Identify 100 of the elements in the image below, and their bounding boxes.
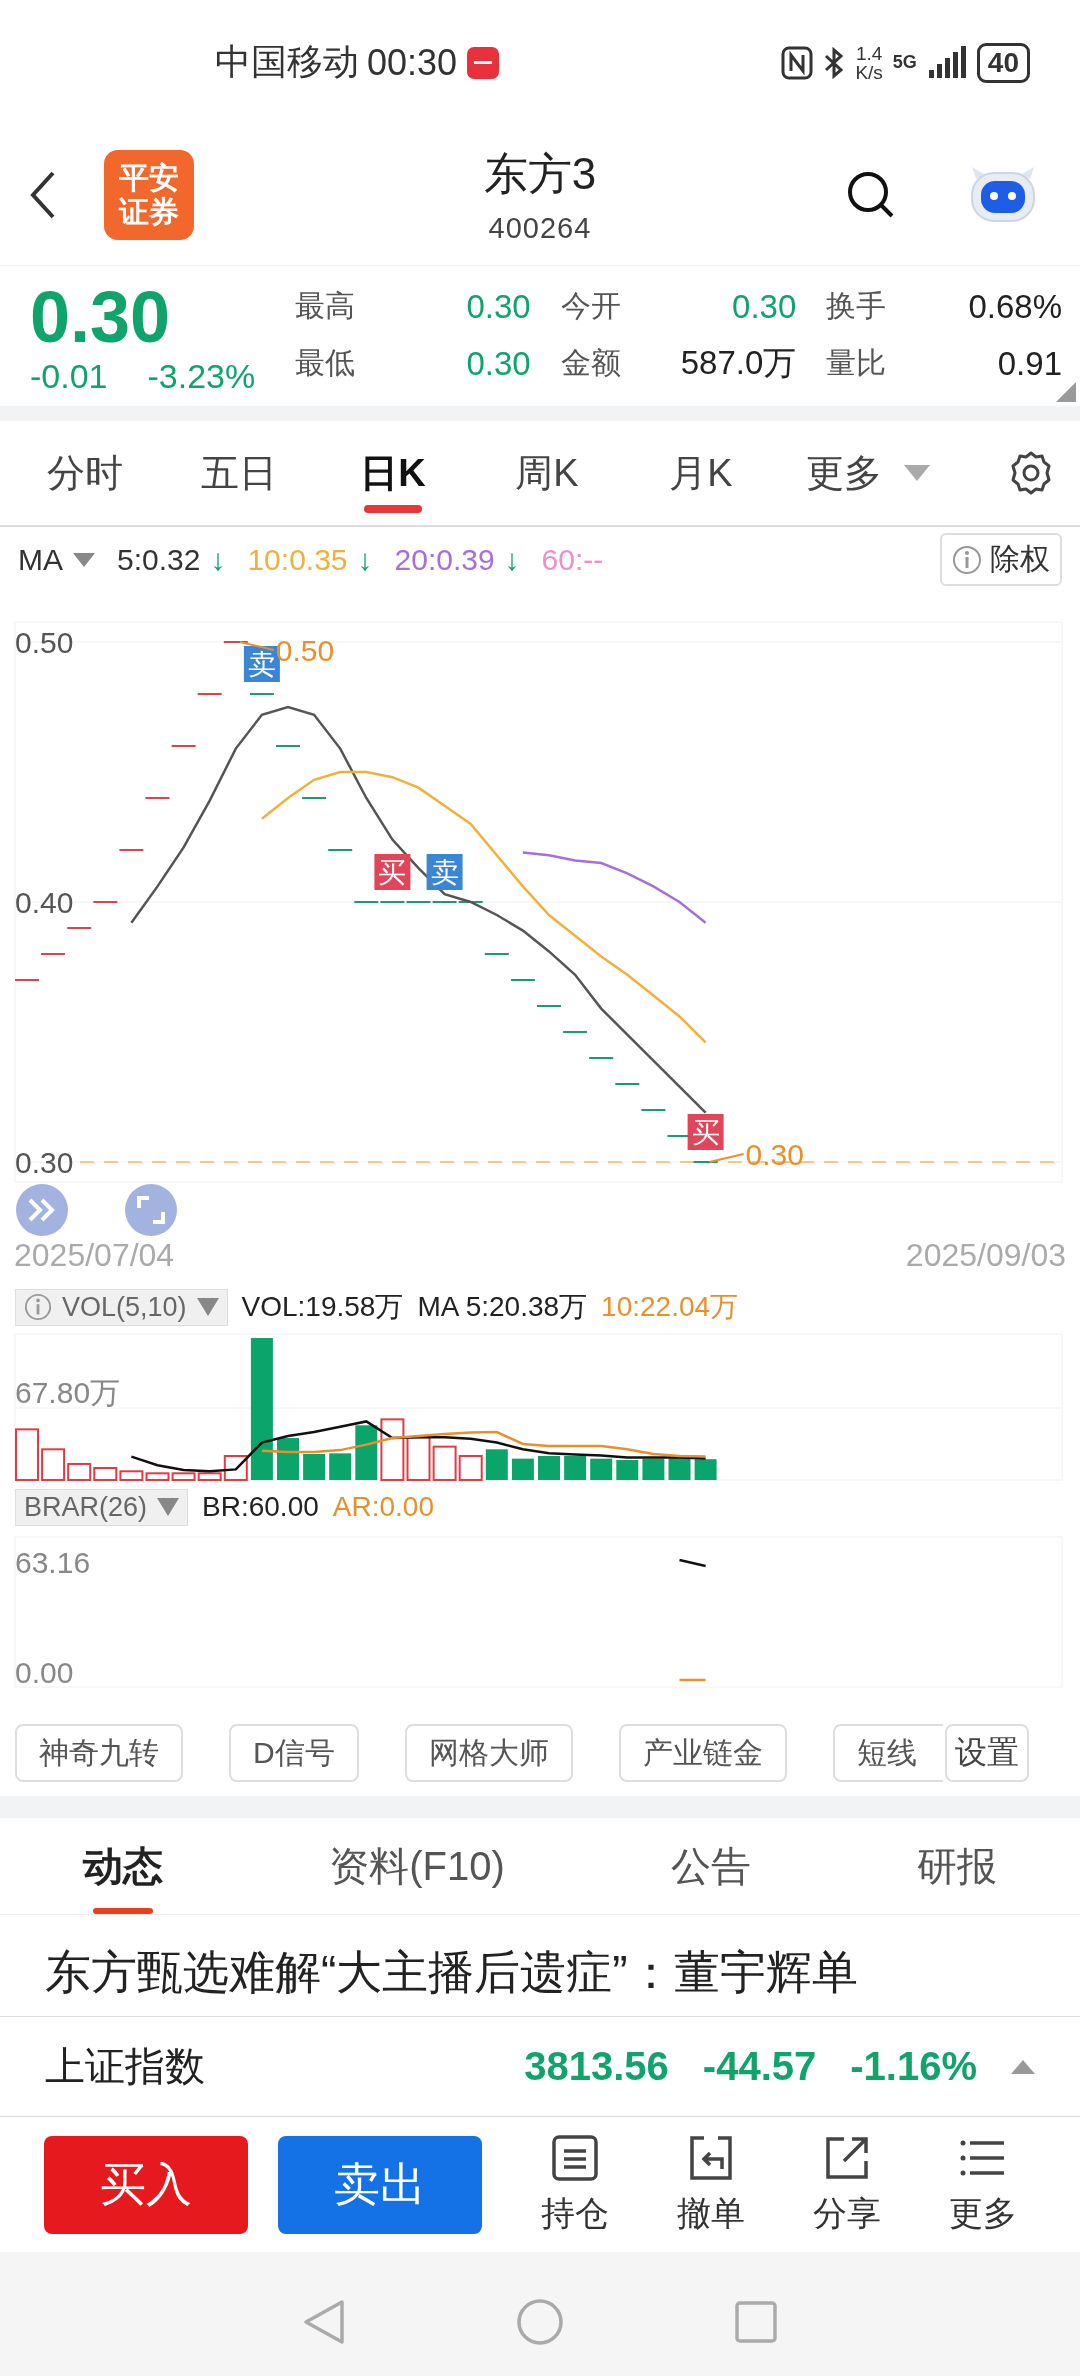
buy-marker: 买 xyxy=(374,854,411,890)
stat-value: 0.30 xyxy=(466,344,531,383)
network-speed: 1.4 xyxy=(855,43,883,63)
axis-label: 0.30 xyxy=(15,1145,74,1179)
last-price: 0.30 xyxy=(30,276,172,357)
nfc-icon xyxy=(781,45,814,80)
indicator-reading: AR:0.00 xyxy=(332,1491,434,1523)
volume-bar xyxy=(538,1456,560,1480)
sell-button[interactable]: 卖出 xyxy=(278,2135,482,2234)
volume-bar xyxy=(590,1458,613,1480)
indicator-line xyxy=(679,1558,706,1568)
stat-value: 0.91 xyxy=(997,344,1062,383)
carrier-name: 中国移动 xyxy=(215,40,359,84)
search-icon[interactable] xyxy=(846,170,896,220)
clock-time: 00:30 xyxy=(367,41,458,84)
toolbar-button[interactable]: 持仓 xyxy=(522,2131,628,2238)
stat-label: 换手 xyxy=(826,288,887,324)
end-date: 2025/09/03 xyxy=(905,1237,1066,1275)
axis-label: 0.00 xyxy=(15,1655,74,1689)
axis-label: 63.16 xyxy=(15,1545,91,1579)
period-tab[interactable]: 日K xyxy=(316,421,470,525)
volume-bar xyxy=(171,1472,196,1481)
feature-button[interactable]: D信号 xyxy=(229,1724,359,1782)
ma-value: 60:-- xyxy=(541,542,604,577)
news-tab[interactable]: 动态 xyxy=(71,1818,176,1914)
axis-label: 0.50 xyxy=(15,625,74,659)
volume-bar xyxy=(511,1458,534,1480)
volume-bar xyxy=(303,1454,326,1480)
volume-bar xyxy=(668,1457,691,1480)
indicator-line xyxy=(679,1678,706,1682)
volume-bar xyxy=(458,1455,483,1481)
indicator-reading: MA 5:20.38万 xyxy=(417,1290,588,1324)
stat-value: 0.30 xyxy=(732,287,797,326)
expand-corner-icon[interactable] xyxy=(1056,382,1076,402)
start-date: 2025/07/04 xyxy=(14,1237,175,1275)
indicator-selector[interactable]: BRAR(26) xyxy=(15,1488,189,1526)
feature-button[interactable]: 网格大师 xyxy=(404,1724,573,1782)
news-headline[interactable]: 东方甄选难解“大主播后遗症”：董宇辉单 xyxy=(45,1942,858,2004)
news-tab[interactable]: 公告 xyxy=(658,1818,763,1914)
double-chevron-icon[interactable] xyxy=(27,1197,57,1223)
stat-label: 最低 xyxy=(295,345,355,381)
ma-value: 5:0.32 xyxy=(117,542,201,577)
info-icon[interactable] xyxy=(952,544,982,575)
back-icon[interactable] xyxy=(30,170,56,220)
expand-icon[interactable] xyxy=(1011,2059,1035,2074)
news-tab[interactable]: 资料(F10) xyxy=(317,1818,517,1914)
volume-bar xyxy=(355,1425,378,1480)
ma-label: MA xyxy=(18,542,63,577)
volume-bar xyxy=(642,1458,665,1480)
home-icon[interactable] xyxy=(516,2298,564,2346)
stat-label: 金额 xyxy=(560,345,621,381)
volume-bar xyxy=(380,1418,405,1481)
ma-value: 20:0.39 xyxy=(394,542,495,577)
stat-value: 587.0万 xyxy=(680,343,797,383)
more-periods-tab[interactable]: 更多 xyxy=(806,421,930,525)
signal-icon xyxy=(926,45,967,80)
period-tab[interactable]: 周K xyxy=(470,421,624,525)
news-tab[interactable]: 研报 xyxy=(904,1818,1009,1914)
period-tab[interactable]: 分时 xyxy=(8,421,162,525)
buy-marker: 买 xyxy=(687,1114,724,1150)
toolbar-button[interactable]: 撤单 xyxy=(658,2131,764,2238)
volume-bar xyxy=(145,1472,170,1481)
ex-rights-button[interactable]: 除权 xyxy=(940,533,1062,586)
buy-button[interactable]: 买入 xyxy=(44,2135,248,2234)
volume-bar xyxy=(616,1460,639,1480)
volume-bar xyxy=(329,1453,352,1480)
recents-icon[interactable] xyxy=(734,2300,778,2344)
info-icon[interactable] xyxy=(24,1293,52,1321)
caret-icon[interactable] xyxy=(157,1498,180,1516)
index-value: 3813.56 xyxy=(524,2044,669,2089)
price-change: -0.01 xyxy=(30,356,108,396)
leader-line xyxy=(238,641,275,651)
index-change: -44.57 xyxy=(702,2044,817,2089)
volume-bar xyxy=(564,1456,587,1480)
feature-button[interactable]: 短线 xyxy=(832,1724,943,1782)
indicator-selector[interactable]: VOL(5,10) xyxy=(15,1288,228,1326)
feature-button[interactable]: 产业链金 xyxy=(618,1724,787,1782)
period-tab[interactable]: 五日 xyxy=(162,421,316,525)
feature-button[interactable]: 神奇九转 xyxy=(15,1724,183,1782)
stat-value: 0.30 xyxy=(466,287,531,326)
fullscreen-icon[interactable] xyxy=(137,1196,165,1224)
price-extreme-label: 0.30 xyxy=(745,1137,804,1171)
toolbar-button[interactable]: 分享 xyxy=(794,2131,900,2238)
down-arrow: ↓ xyxy=(504,542,520,577)
caret-icon[interactable] xyxy=(904,465,930,481)
volume-bar xyxy=(93,1467,118,1481)
fullscreen-button[interactable] xyxy=(125,1184,177,1236)
period-tab[interactable]: 月K xyxy=(624,421,778,525)
index-change-percent: -1.16% xyxy=(850,2044,977,2089)
expand-sidebar-button[interactable] xyxy=(16,1184,68,1236)
stock-name: 东方3 xyxy=(483,148,597,200)
toolbar-button[interactable]: 更多 xyxy=(930,2131,1036,2238)
app-notification-icon xyxy=(465,44,502,81)
speed-unit: K/s xyxy=(855,62,883,82)
document-icon[interactable] xyxy=(550,2132,600,2183)
caret-icon[interactable] xyxy=(73,552,95,567)
settings-button[interactable]: 设置 xyxy=(944,1724,1029,1782)
sell-marker: 卖 xyxy=(426,854,463,890)
volume-bar xyxy=(432,1445,457,1481)
caret-icon[interactable] xyxy=(196,1298,219,1316)
